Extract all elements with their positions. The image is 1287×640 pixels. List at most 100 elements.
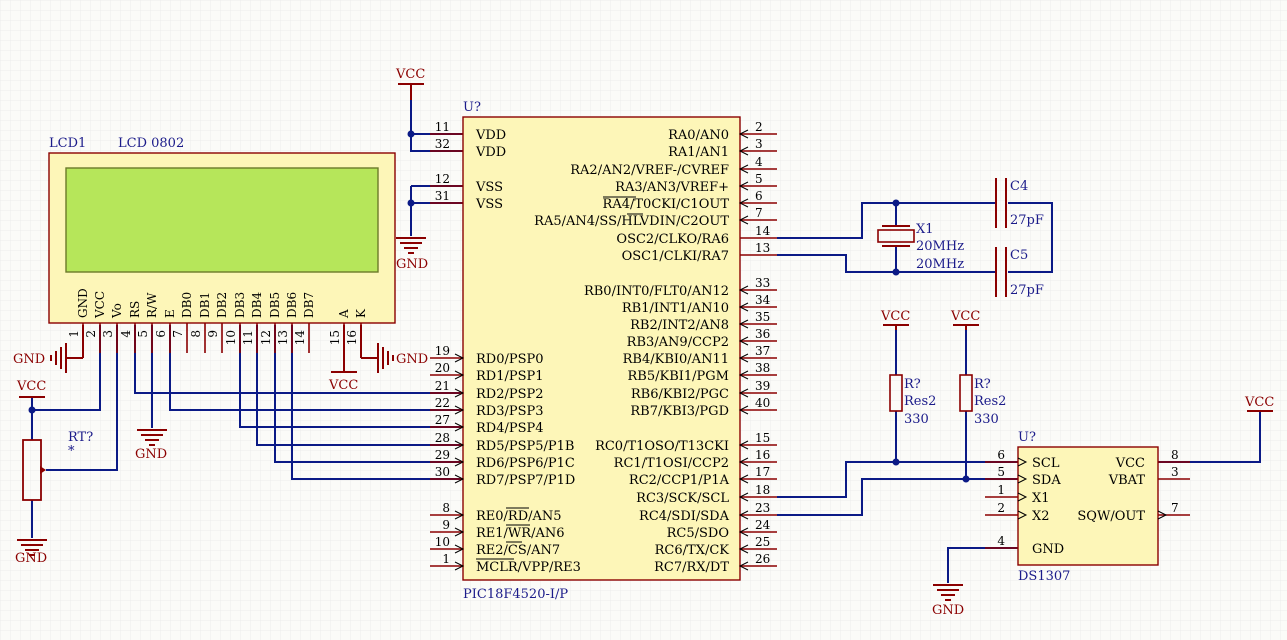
lcd-pin-name: DB4 xyxy=(250,292,264,318)
mcu-pin-name: RB0/INT0/FLT0/AN12 xyxy=(584,284,729,299)
mcu-pin-number: 39 xyxy=(755,379,770,393)
gnd-label: GND xyxy=(932,603,964,618)
rtc-pin-number: 8 xyxy=(1171,448,1179,462)
r2-part: Res2 xyxy=(974,394,1006,409)
mcu-pin-name: OSC1/CLKI/RA7 xyxy=(622,249,729,264)
mcu-pin-number: 33 xyxy=(755,276,770,290)
mcu-pin-name: VSS xyxy=(475,180,503,195)
lcd-pin-number: 1 xyxy=(67,330,81,338)
mcu-pin-number: 2 xyxy=(755,120,763,134)
c5-value: 27pF xyxy=(1010,283,1044,298)
lcd-pin-number: 11 xyxy=(241,330,255,345)
mcu-pin-name: RC6/TX/CK xyxy=(655,543,730,558)
rtc-pin-name: GND xyxy=(1032,542,1064,557)
lcd-pin-number: 10 xyxy=(224,330,238,345)
vcc-label: VCC xyxy=(395,67,425,82)
mcu-pin-number: 34 xyxy=(755,293,771,307)
mcu-pin-number: 11 xyxy=(435,120,450,134)
mcu-pin-name: RB3/AN9/CCP2 xyxy=(627,335,729,350)
mcu-pin-name: RD0/PSP0 xyxy=(476,352,544,367)
gnd-label: GND xyxy=(396,257,428,272)
mcu-pin-name: RA2/AN2/VREF-/CVREF xyxy=(570,163,729,178)
mcu-pin-number: 16 xyxy=(755,448,770,462)
mcu-pin-number: 35 xyxy=(755,310,770,324)
gnd-label: GND xyxy=(15,551,47,566)
lcd-pin-name: DB2 xyxy=(215,292,229,318)
r2-value: 330 xyxy=(974,412,999,427)
gnd-label: GND xyxy=(13,352,45,367)
mcu-pin-number: 5 xyxy=(755,172,763,186)
c4-designator: C4 xyxy=(1010,179,1028,194)
vcc-label: VCC xyxy=(880,309,910,324)
crystal-value: 20MHz xyxy=(916,239,964,254)
vcc-label: VCC xyxy=(950,309,980,324)
mcu-part: PIC18F4520-I/P xyxy=(463,587,568,602)
mcu-pin-name: RD5/PSP5/P1B xyxy=(476,439,574,454)
mcu-pin-name: RE1/WR/AN6 xyxy=(476,526,565,541)
lcd-pin-name: Vo xyxy=(110,303,124,319)
rt-value: * xyxy=(68,444,75,459)
rtc-pin-number: 3 xyxy=(1171,465,1179,479)
lcd-pin-number: 12 xyxy=(259,330,273,345)
mcu-pin-number: 19 xyxy=(435,344,450,358)
rtc-pin-name: SQW/OUT xyxy=(1077,509,1145,524)
lcd-pin-name: RS xyxy=(128,301,142,318)
crystal-designator: X1 xyxy=(916,222,934,237)
rtc-pin-name: VBAT xyxy=(1108,473,1146,488)
rtc-pin-name: VCC xyxy=(1115,456,1145,471)
vcc-port-rtc: VCC xyxy=(1244,395,1274,412)
lcd-pin-name: R/W xyxy=(145,292,159,318)
mcu-pin-number: 31 xyxy=(435,189,450,203)
mcu-pin-number: 30 xyxy=(435,465,450,479)
mcu-pin-name: RB4/KBI0/AN11 xyxy=(623,352,729,367)
c5-designator: C5 xyxy=(1010,248,1028,263)
lcd-pin-name: DB1 xyxy=(198,292,212,318)
rtc-pin-name: SCL xyxy=(1032,456,1060,471)
vcc-label: VCC xyxy=(328,378,358,393)
mcu-pin-number: 28 xyxy=(435,431,450,445)
lcd-module[interactable]: LCD1 LCD 0802 GND 1 VCC 2 Vo 3 RS 4 R/W 5 E 6 DB0 7 DB… xyxy=(48,136,396,353)
mcu-pin-name: RE2/CS/AN7 xyxy=(476,543,560,558)
mcu-pin-number: 26 xyxy=(755,552,770,566)
mcu-pin-number: 7 xyxy=(755,206,763,220)
mcu-pin-number: 29 xyxy=(435,448,450,462)
mcu-pin-name: OSC2/CLKO/RA6 xyxy=(616,232,729,247)
lcd-pin-number: 15 xyxy=(328,330,342,345)
rtc-pin-number: 1 xyxy=(997,483,1005,497)
rtc-pin-name: X2 xyxy=(1032,509,1050,524)
lcd-pin-name: VCC xyxy=(93,291,107,319)
mcu-pin-number: 36 xyxy=(755,327,770,341)
mcu-pin-number: 18 xyxy=(755,483,770,497)
mcu-pin-number: 1 xyxy=(442,552,450,566)
lcd-pin-name: DB0 xyxy=(180,292,194,318)
mcu-pin-name: RC0/T1OSO/T13CKI xyxy=(595,439,729,454)
lcd-pin-name: K xyxy=(354,308,368,318)
mcu-pin-name: RB7/KBI3/PGD xyxy=(630,404,729,419)
mcu-pin-name: RE0/RD/AN5 xyxy=(476,509,562,524)
mcu-pin-number: 20 xyxy=(435,361,450,375)
mcu-designator: U? xyxy=(463,100,481,115)
vcc-label: VCC xyxy=(16,379,46,394)
rtc-pin-number: 2 xyxy=(997,501,1005,515)
r1-part: Res2 xyxy=(904,394,936,409)
mcu-pin-name: RA0/AN0 xyxy=(668,128,729,143)
mcu-pin-name: MCLR/VPP/RE3 xyxy=(476,560,581,575)
mcu-pin-number: 37 xyxy=(755,344,770,358)
lcd-pin-number: 14 xyxy=(293,330,307,346)
schematic-sheet: VCC GND VCC GND GND GND GND VCC VCC VCC … xyxy=(0,0,1287,640)
lcd-pin-name: DB5 xyxy=(268,292,282,318)
lcd-pin-name: DB3 xyxy=(233,292,247,318)
rtc-pin-number: 5 xyxy=(997,465,1005,479)
lcd-designator: LCD1 xyxy=(49,136,86,151)
mcu-pin-name: RC3/SCK/SCL xyxy=(636,491,729,506)
lcd-pin-name: DB7 xyxy=(302,292,316,318)
mcu-pin-name: VDD xyxy=(475,128,506,143)
mcu-pin-name: RB6/KBI2/PGC xyxy=(631,387,729,402)
mcu-pin-name: RB2/INT2/AN8 xyxy=(630,318,729,333)
lcd-pin-number: 13 xyxy=(276,330,290,345)
mcu-pin-name: RA3/AN3/VREF+ xyxy=(615,180,729,195)
mcu-pin-name: RA1/AN1 xyxy=(668,145,729,160)
rtc-pin-name: SDA xyxy=(1032,473,1061,488)
mcu-pin-number: 10 xyxy=(435,535,450,549)
pic-microcontroller[interactable]: U? PIC18F4520-I/P 11VDD32VDD12VSS31VSS19… xyxy=(430,100,777,602)
